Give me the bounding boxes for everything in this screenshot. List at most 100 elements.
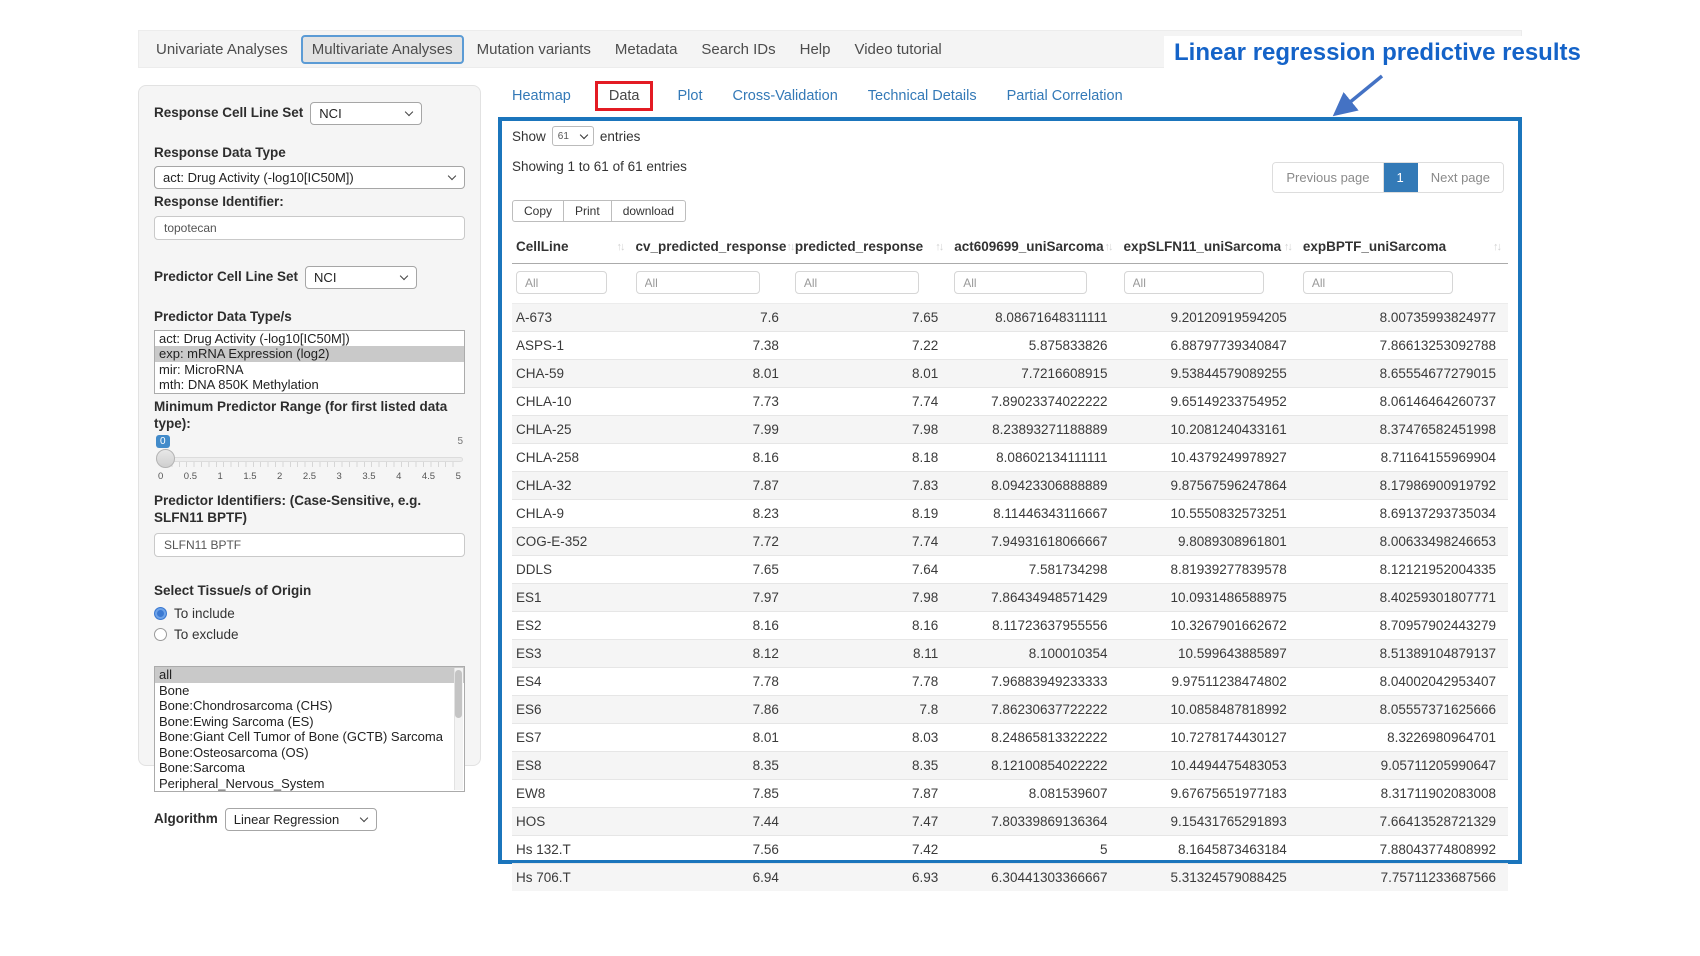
show-entries-select[interactable]: 61 <box>552 126 594 146</box>
tissue-listbox[interactable]: allBoneBone:Chondrosarcoma (CHS)Bone:Ewi… <box>154 666 465 792</box>
table-row[interactable]: DDLS7.657.647.5817342988.819392778395788… <box>512 556 1508 584</box>
value-cell: 7.97 <box>632 584 791 612</box>
listbox-scrollbar[interactable] <box>454 668 463 790</box>
nav-item-help[interactable]: Help <box>789 35 842 64</box>
tissue-option-peripheral-nervous-system[interactable]: Peripheral_Nervous_System <box>155 776 464 792</box>
value-cell: 8.12 <box>632 640 791 668</box>
value-cell: 8.12100854022222 <box>950 752 1119 780</box>
column-header-cv-predicted-response[interactable]: cv_predicted_response↑↓ <box>632 232 791 264</box>
cell-line-name: ES1 <box>512 584 632 612</box>
tab-data[interactable]: Data <box>595 81 654 111</box>
predictor-identifiers-input[interactable] <box>154 533 465 557</box>
next-page-button[interactable]: Next page <box>1418 163 1503 192</box>
scrollbar-thumb[interactable] <box>455 670 462 718</box>
tissue-option-bone-ewing-sarcoma-es[interactable]: Bone:Ewing Sarcoma (ES) <box>155 714 464 730</box>
tissue-option-all[interactable]: all <box>155 667 464 683</box>
table-row[interactable]: ES78.018.038.2486581332222210.7278174430… <box>512 724 1508 752</box>
table-row[interactable]: COG-E-3527.727.747.949316180666679.80893… <box>512 528 1508 556</box>
value-cell: 10.599643885897 <box>1120 640 1299 668</box>
predictor-data-types-listbox[interactable]: act: Drug Activity (-log10[IC50M])exp: m… <box>154 330 465 394</box>
response-cell-line-set-select[interactable]: NCI <box>310 102 422 125</box>
tissue-option-bone-chondrosarcoma-chs[interactable]: Bone:Chondrosarcoma (CHS) <box>155 698 464 714</box>
table-row[interactable]: Hs 132.T7.567.4258.16458734631847.880437… <box>512 836 1508 864</box>
tissue-option-bone-giant-cell-tumor-of-bone-gctb-sarcoma[interactable]: Bone:Giant Cell Tumor of Bone (GCTB) Sar… <box>155 729 464 745</box>
sort-icon[interactable]: ↑↓ <box>1493 241 1502 253</box>
filter-input-act609699-unisarcoma[interactable] <box>954 271 1086 294</box>
page-number-button[interactable]: 1 <box>1384 163 1418 192</box>
sort-icon[interactable]: ↑↓ <box>617 241 626 253</box>
tissue-option-bone-sarcoma[interactable]: Bone:Sarcoma <box>155 760 464 776</box>
column-header-predicted-response[interactable]: predicted_response↑↓ <box>791 232 950 264</box>
value-cell: 8.51389104879137 <box>1299 640 1508 668</box>
table-row[interactable]: CHLA-98.238.198.1144634311666710.5550832… <box>512 500 1508 528</box>
response-data-type-select[interactable]: act: Drug Activity (-log10[IC50M]) <box>154 166 465 189</box>
value-cell: 8.31711902083008 <box>1299 780 1508 808</box>
tissue-option-bone[interactable]: Bone <box>155 683 464 699</box>
table-row[interactable]: EW87.857.878.0815396079.676756519771838.… <box>512 780 1508 808</box>
copy-button[interactable]: Copy <box>512 200 564 222</box>
algorithm-select[interactable]: Linear Regression <box>225 808 377 831</box>
table-row[interactable]: ES28.168.168.1172363795555610.3267901662… <box>512 612 1508 640</box>
sort-icon[interactable]: ↑↓ <box>1105 241 1114 253</box>
pagination: Previous page 1 Next page <box>1272 162 1504 193</box>
table-row[interactable]: CHLA-2588.168.188.0860213411111110.43792… <box>512 444 1508 472</box>
nav-item-search-ids[interactable]: Search IDs <box>690 35 786 64</box>
filter-input-cv-predicted-response[interactable] <box>636 271 760 294</box>
sort-icon[interactable]: ↑↓ <box>935 241 944 253</box>
column-header-cellline[interactable]: CellLine↑↓ <box>512 232 632 264</box>
table-row[interactable]: A-6737.67.658.086716483111119.2012091959… <box>512 304 1508 332</box>
value-cell: 7.86434948571429 <box>950 584 1119 612</box>
table-row[interactable]: CHLA-327.877.838.094233068888899.8756759… <box>512 472 1508 500</box>
min-predictor-range-slider[interactable]: 0 5 00.511.522.533.544.55 <box>156 435 463 481</box>
tissue-exclude-radio[interactable]: To exclude <box>154 627 465 642</box>
tab-heatmap[interactable]: Heatmap <box>512 88 571 104</box>
column-header-expslfn11-unisarcoma[interactable]: expSLFN11_uniSarcoma↑↓ <box>1120 232 1299 264</box>
download-button[interactable]: download <box>611 200 686 222</box>
data-type-option-exp-mrna-expression-log2[interactable]: exp: mRNA Expression (log2) <box>155 346 464 362</box>
nav-item-mutation-variants[interactable]: Mutation variants <box>466 35 602 64</box>
sort-icon[interactable]: ↑↓ <box>1284 241 1293 253</box>
table-row[interactable]: CHA-598.018.017.72166089159.538445790892… <box>512 360 1508 388</box>
response-identifier-input[interactable] <box>154 216 465 240</box>
tissue-option-bone-osteosarcoma-os[interactable]: Bone:Osteosarcoma (OS) <box>155 745 464 761</box>
column-header-expbptf-unisarcoma[interactable]: expBPTF_uniSarcoma↑↓ <box>1299 232 1508 264</box>
tab-plot[interactable]: Plot <box>677 88 702 104</box>
cell-line-name: CHLA-25 <box>512 416 632 444</box>
value-cell: 8.17986900919792 <box>1299 472 1508 500</box>
table-row[interactable]: ES47.787.787.968839492333339.97511238474… <box>512 668 1508 696</box>
table-row[interactable]: CHLA-257.997.988.2389327118888910.208124… <box>512 416 1508 444</box>
table-row[interactable]: ES88.358.358.1210085402222210.4494475483… <box>512 752 1508 780</box>
nav-item-multivariate-analyses[interactable]: Multivariate Analyses <box>301 35 464 64</box>
tab-cross-validation[interactable]: Cross-Validation <box>732 88 837 104</box>
nav-item-univariate-analyses[interactable]: Univariate Analyses <box>145 35 299 64</box>
slider-grid <box>164 462 455 467</box>
value-cell: 7.65 <box>632 556 791 584</box>
predictor-cell-line-set-select[interactable]: NCI <box>305 266 417 289</box>
data-type-option-act-drug-activity-log10-ic50m[interactable]: act: Drug Activity (-log10[IC50M]) <box>155 331 464 347</box>
table-row[interactable]: ES67.867.87.8623063772222210.08584878189… <box>512 696 1508 724</box>
data-type-option-mth-dna-850k-methylation[interactable]: mth: DNA 850K Methylation <box>155 377 464 393</box>
table-row[interactable]: ES17.977.987.8643494857142910.0931486588… <box>512 584 1508 612</box>
table-row[interactable]: CHLA-107.737.747.890233740222229.6514923… <box>512 388 1508 416</box>
value-cell: 8.08671648311111 <box>950 304 1119 332</box>
table-row[interactable]: ASPS-17.387.225.8758338266.8879773934084… <box>512 332 1508 360</box>
table-row[interactable]: HOS7.447.477.803398691363649.15431765291… <box>512 808 1508 836</box>
filter-input-expbptf-unisarcoma[interactable] <box>1303 271 1453 294</box>
column-label: cv_predicted_response <box>636 239 787 254</box>
tab-partial-correlation[interactable]: Partial Correlation <box>1007 88 1123 104</box>
data-type-option-mir-microrna[interactable]: mir: MicroRNA <box>155 362 464 378</box>
column-header-act609699-unisarcoma[interactable]: act609699_uniSarcoma↑↓ <box>950 232 1119 264</box>
filter-input-cellline[interactable] <box>516 271 607 294</box>
filter-input-predicted-response[interactable] <box>795 271 919 294</box>
nav-item-video-tutorial[interactable]: Video tutorial <box>843 35 952 64</box>
nav-item-metadata[interactable]: Metadata <box>604 35 689 64</box>
previous-page-button[interactable]: Previous page <box>1273 163 1383 192</box>
table-row[interactable]: ES38.128.118.10001035410.5996438858978.5… <box>512 640 1508 668</box>
value-cell: 8.11 <box>791 640 950 668</box>
tab-technical-details[interactable]: Technical Details <box>868 88 977 104</box>
tissue-include-radio[interactable]: To include <box>154 606 465 621</box>
value-cell: 8.23893271188889 <box>950 416 1119 444</box>
table-row[interactable]: Hs 706.T6.946.936.304413033666675.313245… <box>512 864 1508 892</box>
filter-input-expslfn11-unisarcoma[interactable] <box>1124 271 1264 294</box>
print-button[interactable]: Print <box>563 200 612 222</box>
